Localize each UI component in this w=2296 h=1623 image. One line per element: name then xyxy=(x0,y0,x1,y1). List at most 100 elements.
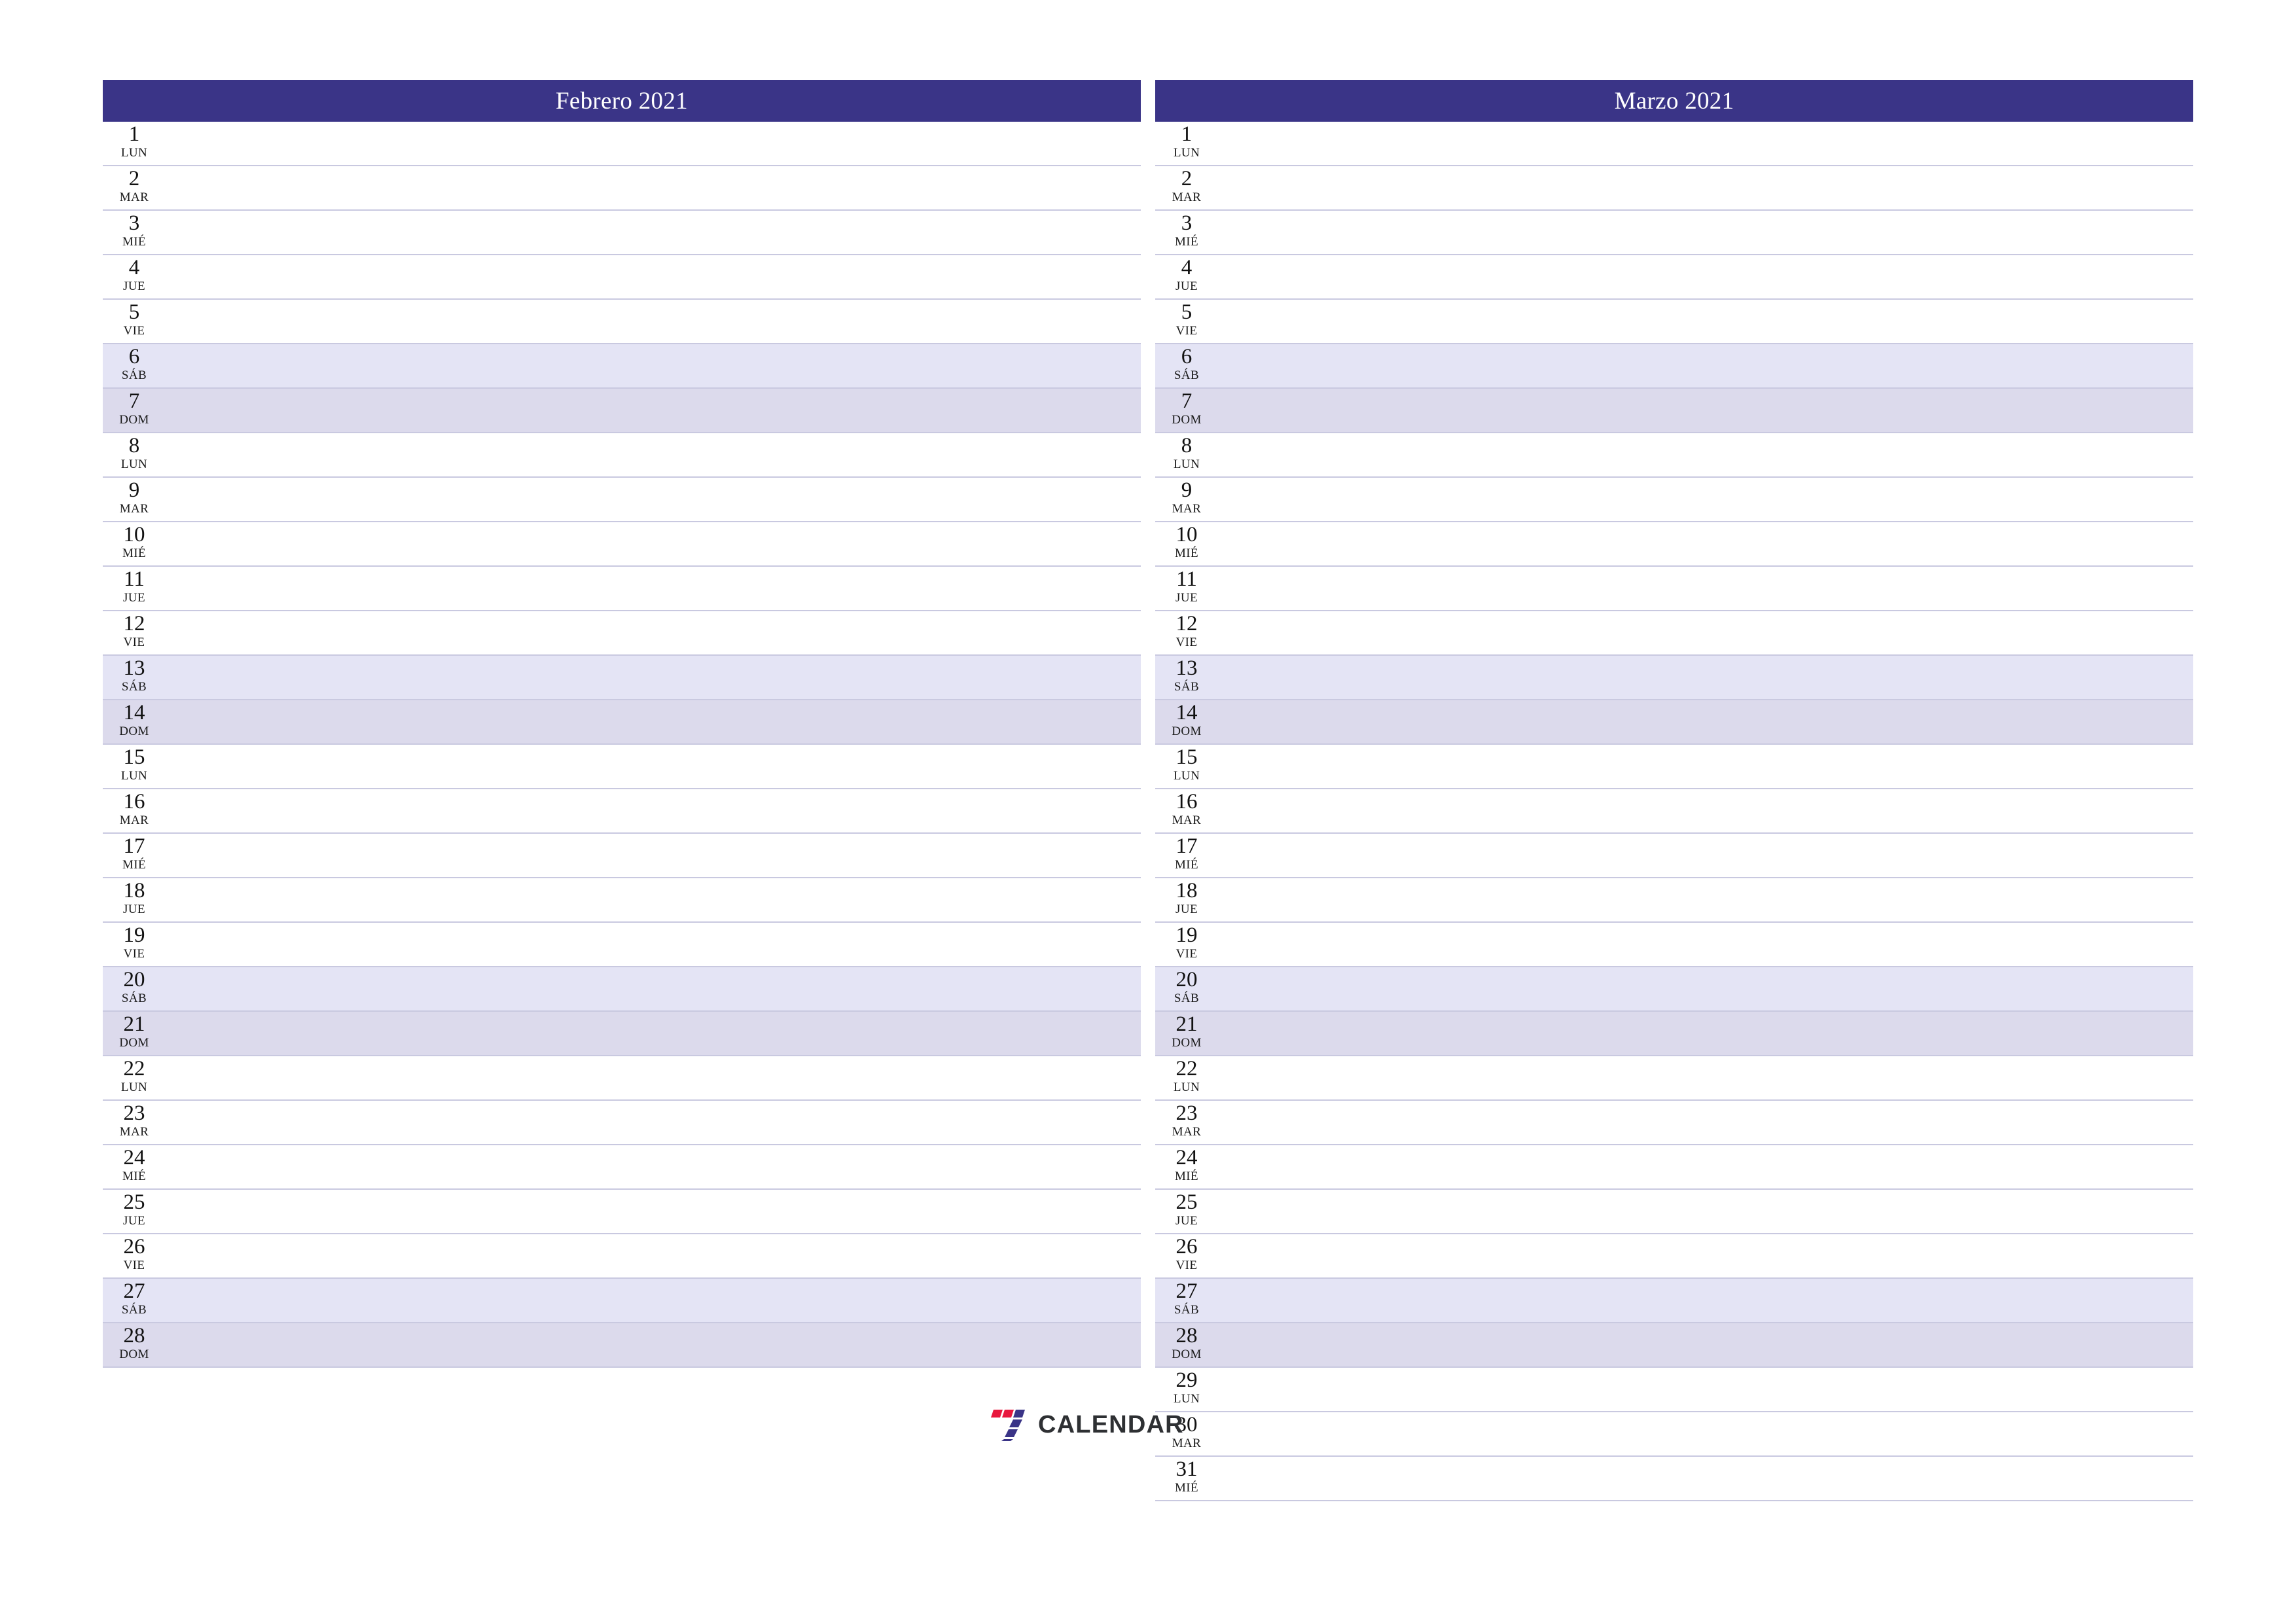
day-row[interactable]: 20 SÁB xyxy=(1155,967,2193,1012)
day-row[interactable]: 17 MIÉ xyxy=(1155,834,2193,878)
day-row[interactable]: 24 MIÉ xyxy=(103,1145,1141,1190)
day-note-area[interactable] xyxy=(1218,478,2193,521)
day-note-area[interactable] xyxy=(1218,656,2193,699)
day-note-area[interactable] xyxy=(1218,300,2193,343)
day-note-area[interactable] xyxy=(166,789,1141,832)
day-row[interactable]: 26 VIE xyxy=(103,1234,1141,1279)
day-note-area[interactable] xyxy=(1218,1056,2193,1099)
day-row[interactable]: 13 SÁB xyxy=(103,656,1141,700)
day-note-area[interactable] xyxy=(166,1323,1141,1366)
day-row[interactable]: 7 DOM xyxy=(1155,389,2193,433)
day-row[interactable]: 23 MAR xyxy=(103,1101,1141,1145)
day-row[interactable]: 10 MIÉ xyxy=(1155,522,2193,567)
day-note-area[interactable] xyxy=(166,1056,1141,1099)
day-note-area[interactable] xyxy=(1218,1145,2193,1188)
day-row[interactable]: 6 SÁB xyxy=(103,344,1141,389)
day-row[interactable]: 22 LUN xyxy=(103,1056,1141,1101)
day-note-area[interactable] xyxy=(1218,700,2193,743)
day-row[interactable]: 26 VIE xyxy=(1155,1234,2193,1279)
day-note-area[interactable] xyxy=(1218,789,2193,832)
day-row[interactable]: 23 MAR xyxy=(1155,1101,2193,1145)
day-note-area[interactable] xyxy=(1218,878,2193,921)
day-note-area[interactable] xyxy=(166,1145,1141,1188)
day-note-area[interactable] xyxy=(1218,389,2193,432)
day-note-area[interactable] xyxy=(166,967,1141,1010)
day-row[interactable]: 29 LUN xyxy=(1155,1368,2193,1412)
day-note-area[interactable] xyxy=(1218,211,2193,254)
day-row[interactable]: 6 SÁB xyxy=(1155,344,2193,389)
day-note-area[interactable] xyxy=(1218,433,2193,476)
day-note-area[interactable] xyxy=(1218,745,2193,788)
day-row[interactable]: 9 MAR xyxy=(1155,478,2193,522)
day-row[interactable]: 4 JUE xyxy=(1155,255,2193,300)
day-note-area[interactable] xyxy=(1218,522,2193,565)
day-note-area[interactable] xyxy=(166,1234,1141,1277)
day-note-area[interactable] xyxy=(166,389,1141,432)
day-row[interactable]: 24 MIÉ xyxy=(1155,1145,2193,1190)
day-row[interactable]: 1 LUN xyxy=(103,122,1141,166)
day-note-area[interactable] xyxy=(166,611,1141,654)
day-row[interactable]: 8 LUN xyxy=(1155,433,2193,478)
day-note-area[interactable] xyxy=(1218,1323,2193,1366)
day-row[interactable]: 25 JUE xyxy=(103,1190,1141,1234)
day-row[interactable]: 12 VIE xyxy=(103,611,1141,656)
day-row[interactable]: 22 LUN xyxy=(1155,1056,2193,1101)
day-note-area[interactable] xyxy=(1218,1012,2193,1055)
day-row[interactable]: 16 MAR xyxy=(1155,789,2193,834)
day-row[interactable]: 11 JUE xyxy=(1155,567,2193,611)
day-note-area[interactable] xyxy=(166,1012,1141,1055)
day-row[interactable]: 18 JUE xyxy=(1155,878,2193,923)
day-row[interactable]: 10 MIÉ xyxy=(103,522,1141,567)
day-note-area[interactable] xyxy=(166,745,1141,788)
day-note-area[interactable] xyxy=(1218,122,2193,165)
day-note-area[interactable] xyxy=(1218,834,2193,877)
day-row[interactable]: 16 MAR xyxy=(103,789,1141,834)
day-note-area[interactable] xyxy=(166,255,1141,298)
day-note-area[interactable] xyxy=(166,1190,1141,1233)
day-row[interactable]: 31 MIÉ xyxy=(1155,1457,2193,1501)
day-row[interactable]: 2 MAR xyxy=(103,166,1141,211)
day-row[interactable]: 4 JUE xyxy=(103,255,1141,300)
day-note-area[interactable] xyxy=(166,834,1141,877)
day-note-area[interactable] xyxy=(166,700,1141,743)
day-row[interactable]: 19 VIE xyxy=(103,923,1141,967)
day-note-area[interactable] xyxy=(1218,1101,2193,1144)
day-note-area[interactable] xyxy=(1218,1234,2193,1277)
day-row[interactable]: 25 JUE xyxy=(1155,1190,2193,1234)
day-note-area[interactable] xyxy=(1218,611,2193,654)
day-note-area[interactable] xyxy=(1218,255,2193,298)
day-row[interactable]: 13 SÁB xyxy=(1155,656,2193,700)
day-row[interactable]: 1 LUN xyxy=(1155,122,2193,166)
day-row[interactable]: 27 SÁB xyxy=(1155,1279,2193,1323)
day-row[interactable]: 14 DOM xyxy=(103,700,1141,745)
day-note-area[interactable] xyxy=(1218,344,2193,387)
day-row[interactable]: 5 VIE xyxy=(103,300,1141,344)
day-note-area[interactable] xyxy=(166,923,1141,966)
day-note-area[interactable] xyxy=(166,1101,1141,1144)
day-row[interactable]: 30 MAR xyxy=(1155,1412,2193,1457)
day-note-area[interactable] xyxy=(166,656,1141,699)
day-row[interactable]: 8 LUN xyxy=(103,433,1141,478)
day-note-area[interactable] xyxy=(166,122,1141,165)
day-note-area[interactable] xyxy=(166,166,1141,209)
day-row[interactable]: 5 VIE xyxy=(1155,300,2193,344)
day-note-area[interactable] xyxy=(1218,166,2193,209)
day-note-area[interactable] xyxy=(1218,567,2193,610)
day-row[interactable]: 7 DOM xyxy=(103,389,1141,433)
day-row[interactable]: 20 SÁB xyxy=(103,967,1141,1012)
day-note-area[interactable] xyxy=(1218,1190,2193,1233)
day-row[interactable]: 19 VIE xyxy=(1155,923,2193,967)
day-note-area[interactable] xyxy=(166,878,1141,921)
day-note-area[interactable] xyxy=(1218,1368,2193,1411)
day-note-area[interactable] xyxy=(166,478,1141,521)
day-row[interactable]: 17 MIÉ xyxy=(103,834,1141,878)
day-note-area[interactable] xyxy=(166,344,1141,387)
day-note-area[interactable] xyxy=(166,1279,1141,1322)
day-note-area[interactable] xyxy=(166,211,1141,254)
day-note-area[interactable] xyxy=(166,433,1141,476)
day-row[interactable]: 28 DOM xyxy=(103,1323,1141,1368)
day-note-area[interactable] xyxy=(166,567,1141,610)
day-row[interactable]: 3 MIÉ xyxy=(1155,211,2193,255)
day-row[interactable]: 27 SÁB xyxy=(103,1279,1141,1323)
day-row[interactable]: 21 DOM xyxy=(103,1012,1141,1056)
